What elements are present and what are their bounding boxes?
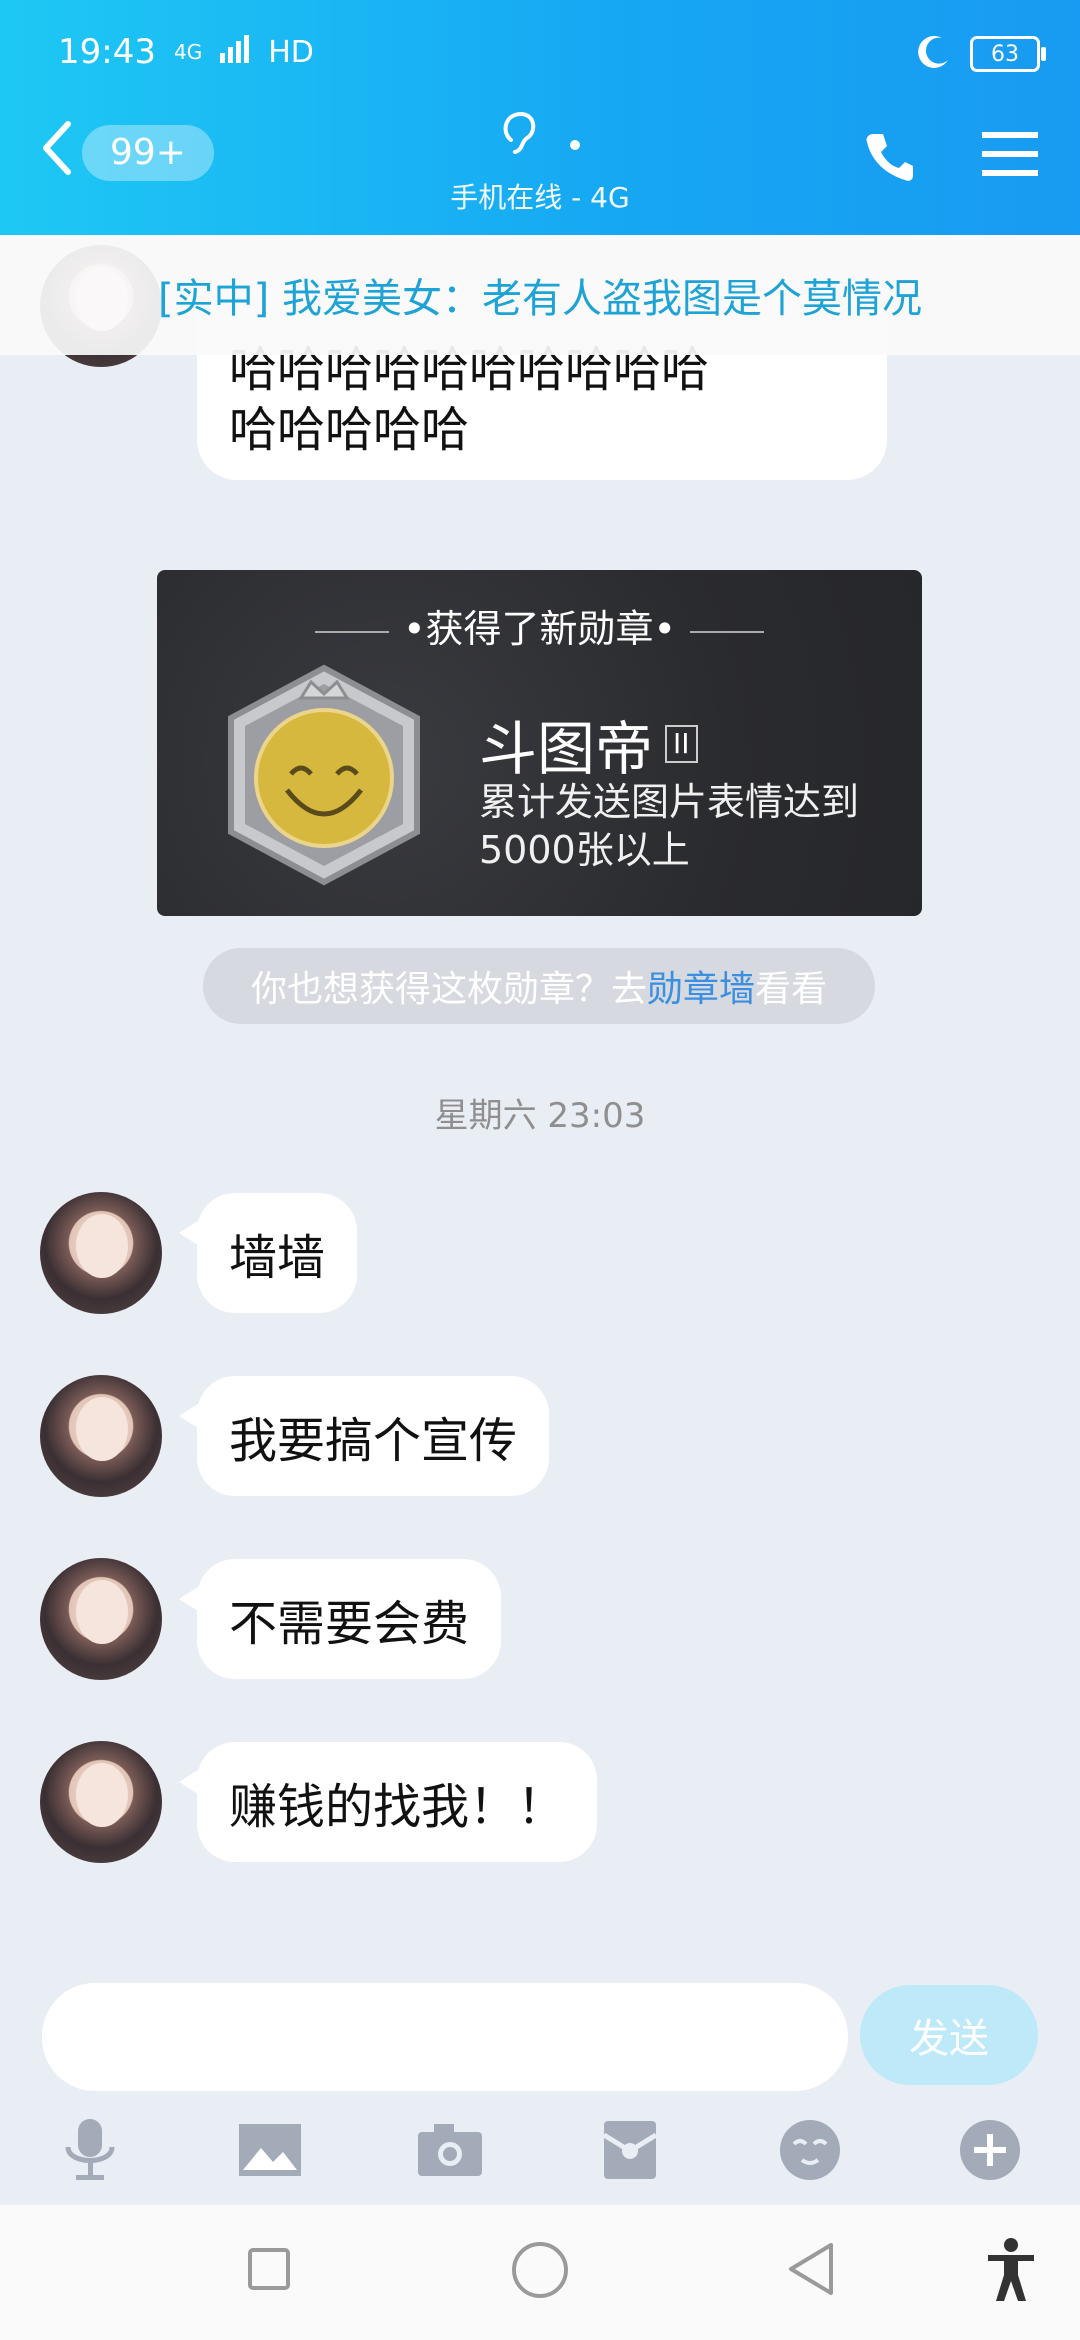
- medal-name: 斗图帝 II: [479, 702, 698, 786]
- medal-wall-link[interactable]: 勋章墙: [647, 960, 755, 1012]
- message-text: 不需要会费: [229, 1596, 470, 1652]
- medal-description: 累计发送图片表情达到5000张以上: [479, 780, 860, 872]
- medal-heading: •获得了新勋章•: [157, 598, 922, 653]
- send-button[interactable]: 发送: [860, 1985, 1038, 2085]
- message-text: 哈哈哈哈哈: [229, 402, 470, 458]
- chat-toolbar: [0, 2095, 1080, 2205]
- medal-tier: II: [665, 725, 698, 763]
- message-bubble[interactable]: 赚钱的找我！！: [178, 1742, 598, 1862]
- home-icon[interactable]: [511, 2241, 569, 2303]
- message-bubble[interactable]: 墙墙: [178, 1193, 358, 1313]
- emoji-icon[interactable]: [770, 2110, 850, 2190]
- chat-title: 手机在线 - 4G: [0, 110, 1080, 216]
- avatar[interactable]: [40, 1741, 162, 1863]
- back-nav-icon[interactable]: [785, 2241, 835, 2301]
- medal-wall-prompt: 你也想获得这枚勋章？去 勋章墙 看看: [203, 948, 875, 1024]
- online-status: 手机在线 - 4G: [450, 181, 630, 214]
- red-packet-icon[interactable]: [590, 2110, 670, 2190]
- medal-heading-text: 获得了新勋章: [425, 607, 654, 651]
- group-notice-banner[interactable]: [实中] 我爱美女：老有人盗我图是个莫情况: [0, 235, 1080, 355]
- battery-icon: 63: [970, 36, 1046, 72]
- menu-button[interactable]: [982, 130, 1038, 182]
- input-row: 发送: [0, 1975, 1080, 2095]
- medal-card[interactable]: •获得了新勋章• 斗图帝 II 累计发送图片表情达到5000张以上: [157, 570, 922, 916]
- avatar[interactable]: [40, 1375, 162, 1497]
- avatar[interactable]: [40, 1558, 162, 1680]
- message-text: 赚钱的找我！！: [229, 1779, 566, 1835]
- camera-icon[interactable]: [410, 2110, 490, 2190]
- prompt-text: 看看: [755, 969, 828, 1010]
- medal-badge-icon: [228, 664, 420, 886]
- network-type: 4G: [173, 40, 203, 64]
- status-time: 19:43: [58, 32, 156, 72]
- accessibility-icon[interactable]: [984, 2237, 1038, 2307]
- message-bubble[interactable]: 不需要会费: [178, 1559, 502, 1679]
- message-timestamp: 星期六 23:03: [434, 1096, 646, 1136]
- ear-icon[interactable]: [499, 110, 539, 166]
- avatar[interactable]: [40, 1192, 162, 1314]
- hd-label: HD: [268, 34, 314, 70]
- status-right: 63: [916, 34, 1046, 74]
- moon-icon: [916, 34, 952, 74]
- message-text: 我要搞个宣传: [229, 1413, 518, 1469]
- image-icon[interactable]: [230, 2110, 310, 2190]
- message-text: 墙墙: [229, 1230, 326, 1286]
- plus-icon[interactable]: [950, 2110, 1030, 2190]
- signal-icon: [220, 32, 250, 72]
- title-dot-icon: [569, 115, 581, 161]
- microphone-icon[interactable]: [50, 2110, 130, 2190]
- recent-apps-icon[interactable]: [247, 2247, 291, 2295]
- medal-name-text: 斗图帝: [479, 715, 654, 783]
- system-nav-bar: [0, 2205, 1080, 2340]
- chat-header: 19:43 4G HD 63 99+ 手机在线 - 4G: [0, 0, 1080, 235]
- message-input[interactable]: [42, 1983, 848, 2091]
- status-bar: 19:43 4G HD: [58, 32, 314, 72]
- phone-call-button[interactable]: [863, 130, 915, 186]
- message-bubble[interactable]: 我要搞个宣传: [178, 1376, 550, 1496]
- prompt-text: 你也想获得这枚勋章？去: [250, 969, 647, 1010]
